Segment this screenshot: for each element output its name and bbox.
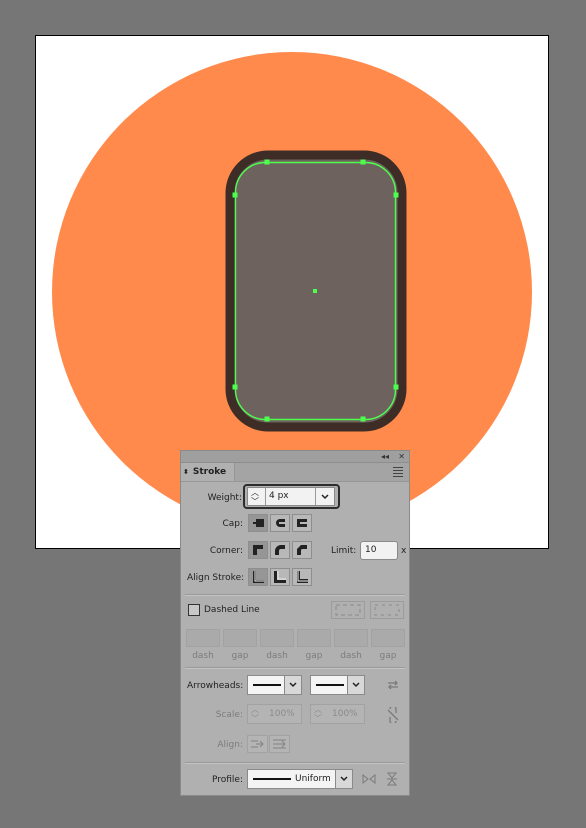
weight-label: Weight: [207, 493, 242, 503]
gap-2-field[interactable] [297, 629, 331, 647]
dashed-line-checkbox[interactable] [188, 604, 200, 616]
weight-field[interactable]: ︿ ﹀ 4 px [247, 487, 335, 506]
scale-start-value: 100% [269, 709, 295, 719]
arrowheads-label: Arrowheads: [187, 681, 244, 691]
align-stroke-label: Align Stroke: [187, 573, 245, 583]
dash-2-label: dash [266, 651, 288, 661]
stroke-panel: ◂◂ ✕ ⬍ Stroke Weight: ︿ ﹀ 4 px Cap: Corne… [180, 450, 410, 796]
center-point [313, 289, 317, 293]
collapse-toggle-icon[interactable]: ⬍ [183, 468, 189, 476]
tab-stroke[interactable]: ⬍ Stroke [181, 463, 236, 481]
chevron-down-icon[interactable] [347, 676, 364, 694]
scale-label: Scale: [215, 710, 243, 720]
weight-value: 4 px [269, 491, 289, 501]
dash-2-field[interactable] [260, 629, 294, 647]
stepper-icon[interactable]: ︿ ﹀ [251, 705, 259, 723]
dash-1-field[interactable] [186, 629, 220, 647]
chevron-down-icon[interactable] [315, 488, 334, 505]
corner-label: Corner: [209, 546, 243, 556]
profile-select[interactable]: Uniform [247, 769, 353, 789]
gap-3-label: gap [379, 651, 397, 661]
butt-cap-button[interactable] [248, 514, 268, 532]
chevron-down-icon[interactable] [284, 676, 301, 694]
gap-1-field[interactable] [223, 629, 257, 647]
dash-1-label: dash [192, 651, 214, 661]
chevron-down-icon[interactable] [335, 770, 352, 788]
dash-3-label: dash [340, 651, 362, 661]
limit-field[interactable]: 10 [360, 541, 398, 560]
round-join-button[interactable] [270, 541, 290, 559]
link-scale-icon[interactable] [386, 705, 400, 726]
align-inside-button[interactable] [270, 568, 290, 586]
limit-label: Limit: [331, 546, 357, 556]
gap-1-label: gap [231, 651, 249, 661]
scale-end-value: 100% [332, 709, 358, 719]
tab-stroke-label: Stroke [192, 467, 227, 477]
flip-along-icon[interactable] [362, 773, 376, 788]
profile-label: Profile: [211, 775, 243, 785]
close-icon[interactable]: ✕ [398, 451, 405, 462]
stepper-icon[interactable]: ︿ ﹀ [251, 488, 259, 506]
scale-start-field[interactable]: ︿ ﹀ 100% [247, 704, 302, 724]
double-chevron-left-icon[interactable]: ◂◂ [381, 451, 389, 462]
panel-menu-icon[interactable] [393, 467, 403, 479]
round-cap-button[interactable] [270, 514, 290, 532]
flip-across-icon[interactable] [386, 772, 398, 789]
limit-unit: x [401, 546, 407, 556]
bevel-join-button[interactable] [292, 541, 312, 559]
projecting-cap-button[interactable] [292, 514, 312, 532]
panel-titlebar[interactable]: ◂◂ ✕ [181, 451, 409, 463]
align-outside-button[interactable] [292, 568, 312, 586]
gap-3-field[interactable] [371, 629, 405, 647]
dashed-line-label: Dashed Line [204, 605, 260, 615]
align-center-button[interactable] [248, 568, 268, 586]
gap-2-label: gap [305, 651, 323, 661]
arrowhead-start-select[interactable] [247, 675, 302, 695]
arrowhead-end-select[interactable] [310, 675, 365, 695]
stepper-icon[interactable]: ︿ ﹀ [314, 705, 322, 723]
swap-arrowheads-icon[interactable] [386, 678, 400, 695]
preserve-dash-button[interactable] [331, 601, 365, 619]
arrow-tip-beyond-button[interactable] [247, 735, 268, 753]
align-label: Align: [217, 740, 243, 750]
profile-value: Uniform [295, 774, 331, 784]
align-dash-button[interactable] [370, 601, 404, 619]
scale-end-field[interactable]: ︿ ﹀ 100% [310, 704, 365, 724]
miter-join-button[interactable] [248, 541, 268, 559]
dash-3-field[interactable] [334, 629, 368, 647]
arrow-tip-at-end-button[interactable] [269, 735, 290, 753]
cap-label: Cap: [222, 519, 243, 529]
